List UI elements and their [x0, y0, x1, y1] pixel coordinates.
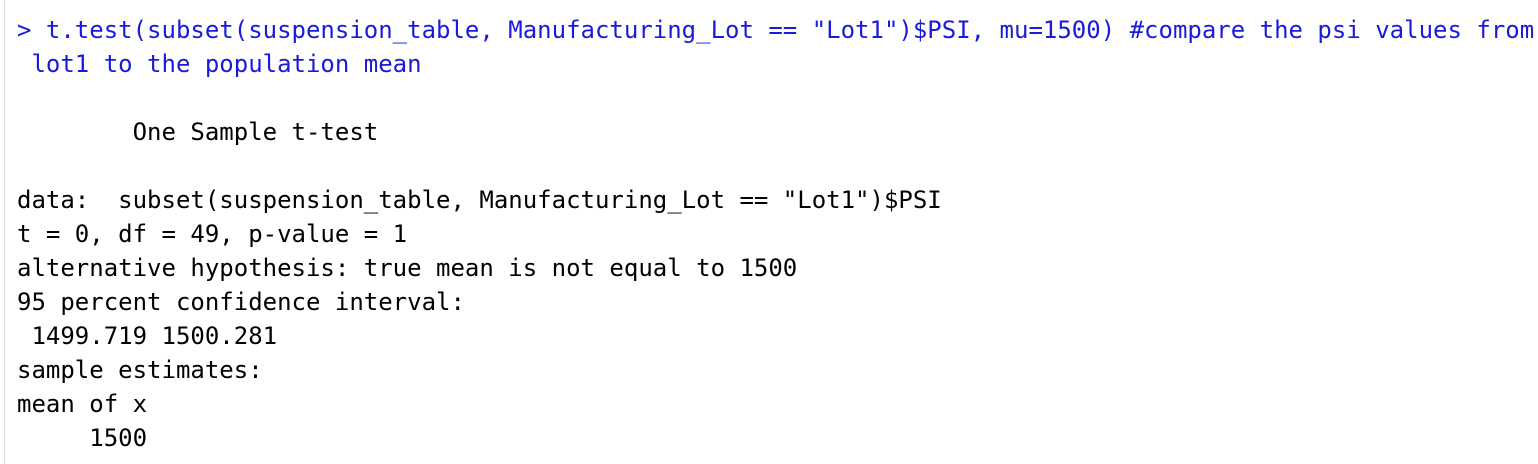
sample-estimates-label: sample estimates:: [17, 356, 263, 384]
confidence-interval-values: 1499.719 1500.281: [17, 322, 278, 350]
estimate-value: 1500: [17, 424, 148, 452]
command-line-1: > t.test(subset(suspension_table, Manufa…: [17, 16, 1535, 44]
alternative-hypothesis-line: alternative hypothesis: true mean is not…: [17, 254, 798, 282]
stats-line: t = 0, df = 49, p-value = 1: [17, 220, 408, 248]
estimate-name: mean of x: [17, 390, 148, 418]
r-console-output[interactable]: > t.test(subset(suspension_table, Manufa…: [4, 0, 1534, 464]
command-line-2: lot1 to the population mean: [17, 50, 422, 78]
confidence-interval-label: 95 percent confidence interval:: [17, 288, 465, 316]
data-line: data: subset(suspension_table, Manufactu…: [17, 186, 942, 214]
test-title: One Sample t-test: [17, 118, 379, 146]
